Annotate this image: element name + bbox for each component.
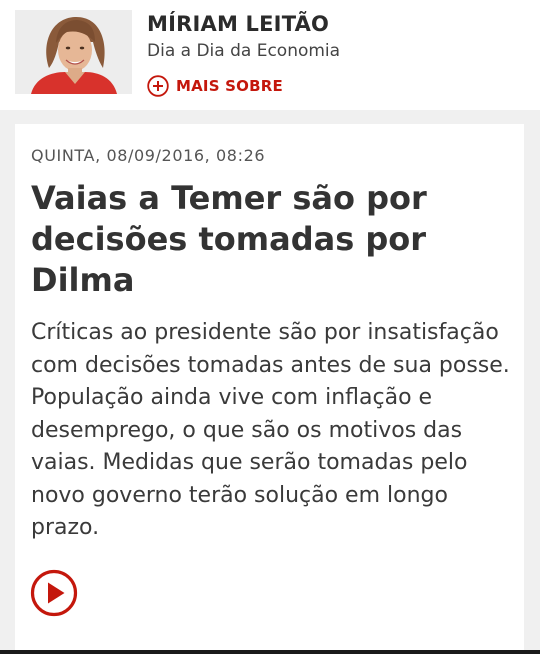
author-header: MÍRIAM LEITÃO Dia a Dia da Economia MAIS… [0, 0, 540, 110]
more-about-button[interactable]: MAIS SOBRE [147, 74, 283, 98]
article-card[interactable]: QUINTA, 08/09/2016, 08:26 Vaias a Temer … [15, 124, 524, 654]
more-about-label: MAIS SOBRE [176, 77, 283, 95]
column-name[interactable]: Dia a Dia da Economia [147, 41, 340, 61]
article-dateline: QUINTA, 08/09/2016, 08:26 [31, 146, 266, 165]
article-headline[interactable]: Vaias a Temer são por decisões tomadas p… [31, 178, 511, 301]
play-button[interactable] [30, 569, 78, 617]
play-circle-icon [30, 569, 78, 617]
plus-circle-icon [147, 75, 169, 97]
bottom-edge-bar [0, 650, 540, 654]
article-summary: Críticas ao presidente são por insatisfa… [31, 320, 510, 540]
author-name[interactable]: MÍRIAM LEITÃO [147, 12, 329, 36]
author-avatar[interactable] [15, 10, 132, 94]
author-portrait [15, 10, 132, 94]
